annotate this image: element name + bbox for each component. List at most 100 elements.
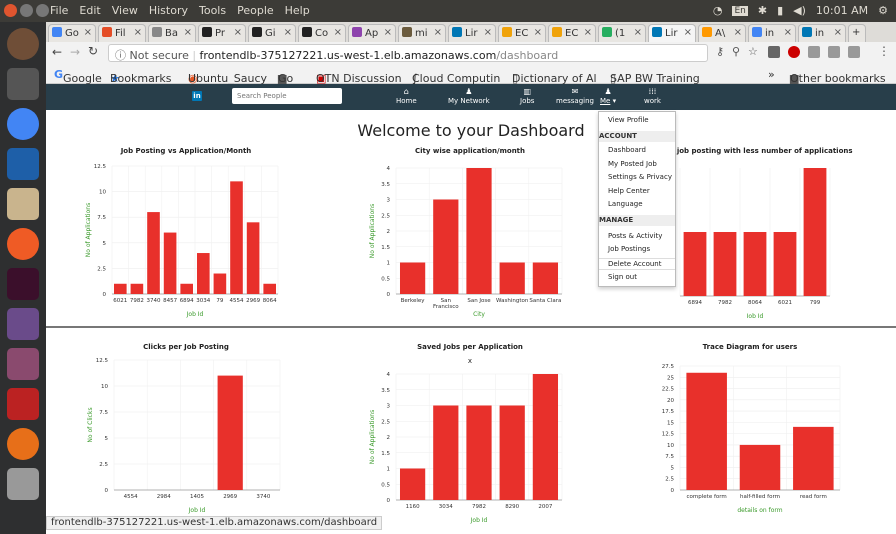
tab-close-icon[interactable]: ×	[284, 27, 292, 38]
wifi-icon[interactable]: ◔	[713, 4, 723, 17]
terminal-icon[interactable]	[7, 268, 39, 300]
menu-delete-account[interactable]: Delete Account	[599, 258, 675, 270]
menu-view-profile[interactable]: View Profile	[599, 116, 675, 124]
bookmark-star-icon[interactable]: ☆	[748, 45, 758, 58]
bluetooth-icon[interactable]: ✱	[758, 4, 767, 17]
browser-tab[interactable]: Ba ×	[148, 24, 196, 42]
extension-icon[interactable]	[768, 46, 780, 58]
browser-tab[interactable]: Go ×	[48, 24, 96, 42]
tab-close-icon[interactable]: ×	[384, 27, 392, 38]
battery-icon[interactable]: ▮	[777, 4, 783, 17]
tab-close-icon[interactable]: ×	[634, 27, 642, 38]
tab-close-icon[interactable]: ×	[534, 27, 542, 38]
volume-icon[interactable]: ◀)	[793, 4, 806, 17]
close-window-icon[interactable]	[4, 4, 17, 17]
browser-tab[interactable]: EC ×	[548, 24, 596, 42]
browser-tab[interactable]: Pr ×	[198, 24, 246, 42]
tab-favicon-icon	[302, 27, 312, 37]
tab-close-icon[interactable]: ×	[84, 27, 92, 38]
tab-close-icon[interactable]: ×	[134, 27, 142, 38]
address-bar[interactable]: ⓘ Not secure | frontendlb-375127221.us-w…	[108, 44, 708, 62]
tab-close-icon[interactable]: ×	[484, 27, 492, 38]
search-people-input[interactable]	[232, 88, 342, 104]
menu-language[interactable]: Language	[599, 200, 675, 208]
nav-jobs[interactable]: ▥ Jobs	[520, 87, 534, 105]
os-menu-tools[interactable]: Tools	[199, 4, 226, 17]
clock[interactable]: 10:01 AM	[816, 4, 868, 17]
nav-my-network[interactable]: ♟ My Network	[448, 87, 490, 105]
tab-close-icon[interactable]: ×	[684, 27, 692, 38]
trash-icon[interactable]	[7, 468, 39, 500]
browser-tab[interactable]: (1 ×	[598, 24, 646, 42]
text-editor-icon[interactable]	[7, 348, 39, 380]
os-menu-file[interactable]: File	[50, 4, 68, 17]
os-menu-view[interactable]: View	[112, 4, 138, 17]
bookmark-google[interactable]: G Google	[54, 68, 102, 85]
nav-home[interactable]: ⌂ Home	[396, 87, 417, 105]
vscode-icon[interactable]	[7, 148, 39, 180]
nav-me[interactable]: ♟ Me ▾	[600, 87, 616, 105]
menu-my-posted-job[interactable]: My Posted Job	[599, 160, 675, 168]
reload-icon[interactable]: ↻	[88, 44, 98, 58]
browser-tab[interactable]: Lir ×	[448, 24, 496, 42]
chrome-icon[interactable]	[7, 108, 39, 140]
key-icon[interactable]: ⚷	[716, 45, 724, 58]
os-menu-history[interactable]: History	[149, 4, 188, 17]
browser-tab[interactable]: Gi ×	[248, 24, 296, 42]
forward-icon[interactable]: →	[70, 45, 80, 59]
menu-job-postings[interactable]: Job Postings	[599, 245, 675, 253]
minimize-window-icon[interactable]	[20, 4, 33, 17]
tab-close-icon[interactable]: ×	[734, 27, 742, 38]
browser-tab[interactable]: Fil ×	[98, 24, 146, 42]
zoom-icon[interactable]: ⚲	[732, 45, 740, 58]
tab-close-icon[interactable]: ×	[334, 27, 342, 38]
menu-dashboard[interactable]: Dashboard	[599, 146, 675, 154]
browser-tab[interactable]: mi ×	[398, 24, 446, 42]
extension-icon-4[interactable]	[848, 46, 860, 58]
bookmarks-overflow-icon[interactable]: »	[768, 68, 775, 81]
os-menu-people[interactable]: People	[237, 4, 274, 17]
browser-tab[interactable]: EC ×	[498, 24, 546, 42]
nav-work[interactable]: ⁞⁞⁞ work	[644, 87, 661, 105]
menu-settings-privacy[interactable]: Settings & Privacy	[599, 173, 675, 181]
tab-close-icon[interactable]: ×	[584, 27, 592, 38]
os-menu-edit[interactable]: Edit	[79, 4, 100, 17]
browser-tab[interactable]: A\ ×	[698, 24, 746, 42]
settings-gear-icon[interactable]: ⚙	[878, 4, 888, 17]
menu-icon[interactable]: ⋮	[878, 44, 890, 58]
video-player-icon[interactable]	[7, 308, 39, 340]
extension-icon-2[interactable]	[808, 46, 820, 58]
adblock-icon[interactable]	[788, 46, 800, 58]
browser-tab[interactable]: Co ×	[298, 24, 346, 42]
os-menu-help[interactable]: Help	[285, 4, 310, 17]
workspaces-icon[interactable]	[7, 68, 39, 100]
ubuntu-logo-icon[interactable]	[7, 28, 39, 60]
tab-close-icon[interactable]: ×	[234, 27, 242, 38]
file-manager-icon[interactable]	[7, 188, 39, 220]
extension-icon-3[interactable]	[828, 46, 840, 58]
menu-posts-activity[interactable]: Posts & Activity	[599, 232, 675, 240]
browser-tab[interactable]: Ap ×	[348, 24, 396, 42]
postman-icon[interactable]	[7, 228, 39, 260]
info-icon[interactable]: ⓘ	[115, 49, 126, 62]
pencil-app-icon[interactable]	[7, 388, 39, 420]
network-icon: ♟	[465, 87, 473, 96]
menu-help-center[interactable]: Help Center	[599, 187, 675, 195]
keyboard-layout[interactable]: En	[732, 5, 748, 16]
tab-close-icon[interactable]: ×	[184, 27, 192, 38]
browser-tab[interactable]: Lir ×	[648, 24, 696, 42]
menu-sign-out[interactable]: Sign out	[599, 273, 675, 281]
browser-tab[interactable]: in ×	[748, 24, 796, 42]
nav-messaging[interactable]: ✉ messaging	[556, 87, 594, 105]
browser-tab[interactable]: in ×	[798, 24, 846, 42]
maximize-window-icon[interactable]	[36, 4, 49, 17]
new-tab-button[interactable]: +	[848, 24, 866, 42]
tab-close-icon[interactable]: ×	[784, 27, 792, 38]
tab-close-icon[interactable]: ×	[434, 27, 442, 38]
back-icon[interactable]: ←	[52, 45, 62, 59]
firefox-icon[interactable]	[7, 428, 39, 460]
tab-close-icon[interactable]: ×	[834, 27, 842, 38]
y-tick-label: 17.5	[662, 409, 675, 415]
chart-job-posting-vs-application: 0 2.5 5 7.5 10 12.5 6021 7982 3740 8457 6894 3034 79…	[85, 164, 279, 318]
linkedin-logo-icon[interactable]: in	[192, 91, 202, 101]
